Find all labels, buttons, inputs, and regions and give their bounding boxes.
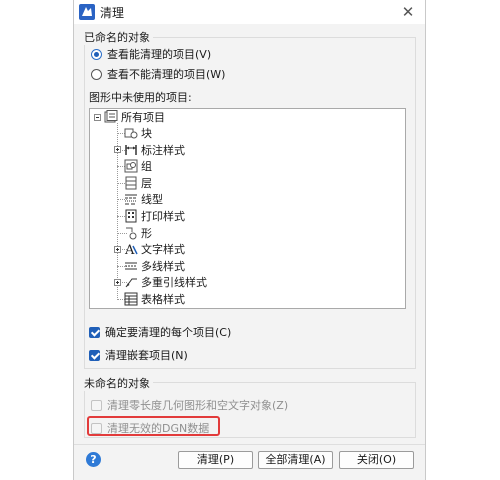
multiline-style-icon [125,262,137,270]
expand-icon[interactable] [114,245,121,253]
named-objects-title: 已命名的对象 [84,29,153,45]
tree-item-label: 文字样式 [141,243,185,257]
help-icon[interactable]: ? [86,452,101,467]
tree-label: 图形中未使用的项目: [89,91,192,104]
svg-text:A: A [124,243,135,256]
collapse-icon[interactable] [94,113,101,121]
zero-length-label: 清理零长度几何图形和空文字对象(Z) [107,399,289,412]
purge-dialog: 清理 ✕ 已命名的对象 查看能清理的项目(V) 查看不能清理的项目(W) 图形中… [73,0,426,480]
confirm-each-label: 确定要清理的每个项目(C) [105,326,232,339]
tree-item[interactable]: 形 [124,225,152,241]
tree-item[interactable]: 多线样式 [124,258,185,274]
tree-root-row[interactable]: 所有项目 [94,109,165,125]
tree-item-label: 线型 [141,193,163,207]
close-button[interactable]: 关闭(O) [339,451,414,469]
checkbox-checked[interactable] [89,349,100,361]
purge-all-button[interactable]: 全部清理(A) [258,451,333,469]
tree-item-label: 块 [141,127,152,140]
table-style-icon [124,292,138,306]
radio-view-unpurgeable[interactable]: 查看不能清理的项目(W) [91,66,225,82]
app-logo-icon [79,4,95,20]
close-window-button[interactable]: ✕ [397,2,419,22]
tree-item[interactable]: 层 [124,175,152,191]
tree-item-label: 打印样式 [141,210,185,223]
zero-length-checkbox[interactable]: 清理零长度几何图形和空文字对象(Z) [91,397,288,413]
tree-item[interactable]: 多重引线样式 [114,274,207,290]
tree-item[interactable]: 表格样式 [124,291,185,307]
radio-view-purgeable[interactable]: 查看能清理的项目(V) [91,46,211,62]
radio-view-purgeable-label: 查看能清理的项目(V) [107,48,212,61]
unnamed-objects-title: 未命名的对象 [84,375,153,391]
tree-item[interactable]: 块 [124,125,152,141]
group-icon [124,159,138,173]
shape-icon [126,227,137,240]
multileader-style-icon [125,278,137,288]
tree-item[interactable]: 线型 [124,191,163,207]
tree-item-label: 组 [141,160,152,174]
tree-item[interactable]: 标注样式 [114,142,185,158]
title-bar: 清理 ✕ [74,0,425,24]
dimension-style-icon [125,144,137,155]
annotation-highlight-box [87,416,220,436]
tree-item-label: 表格样式 [141,293,185,306]
button-bar-divider [74,444,425,445]
tree-item-label: 形 [141,226,152,240]
expand-icon[interactable] [114,278,121,286]
radio-button-unchecked[interactable] [91,68,102,80]
purge-nested-checkbox[interactable]: 清理嵌套项目(N) [89,347,188,363]
purge-nested-label: 清理嵌套项目(N) [105,349,188,362]
tree-item-label: 多线样式 [141,259,185,273]
checkbox-checked[interactable] [89,326,100,338]
block-icon [124,128,138,139]
radio-view-unpurgeable-label: 查看不能清理的项目(W) [107,68,226,81]
window-title: 清理 [100,6,125,20]
tree-item-label: 多重引线样式 [141,276,207,290]
confirm-each-checkbox[interactable]: 确定要清理的每个项目(C) [89,324,231,340]
purge-button[interactable]: 清理(P) [178,451,253,469]
plot-style-icon [125,209,137,223]
radio-button-checked[interactable] [91,48,102,60]
tree-item[interactable]: 打印样式 [124,208,185,224]
expand-icon[interactable] [114,146,121,154]
unused-items-tree[interactable]: 所有项目 块标注样式组层线型打印样式形 A 文字样式多线样式多重引线样式 表格样式 [89,108,406,309]
text-style-icon: A [124,243,138,256]
tree-item-label: 标注样式 [141,143,185,157]
tree-root-label: 所有项目 [121,111,165,124]
layer-icon [125,176,137,190]
all-items-icon [104,110,118,123]
tree-item-label: 层 [141,176,152,190]
tree-item[interactable]: A 文字样式 [114,241,185,257]
linetype-icon [125,194,137,205]
checkbox-disabled[interactable] [91,399,102,411]
tree-item[interactable]: 组 [124,158,152,174]
